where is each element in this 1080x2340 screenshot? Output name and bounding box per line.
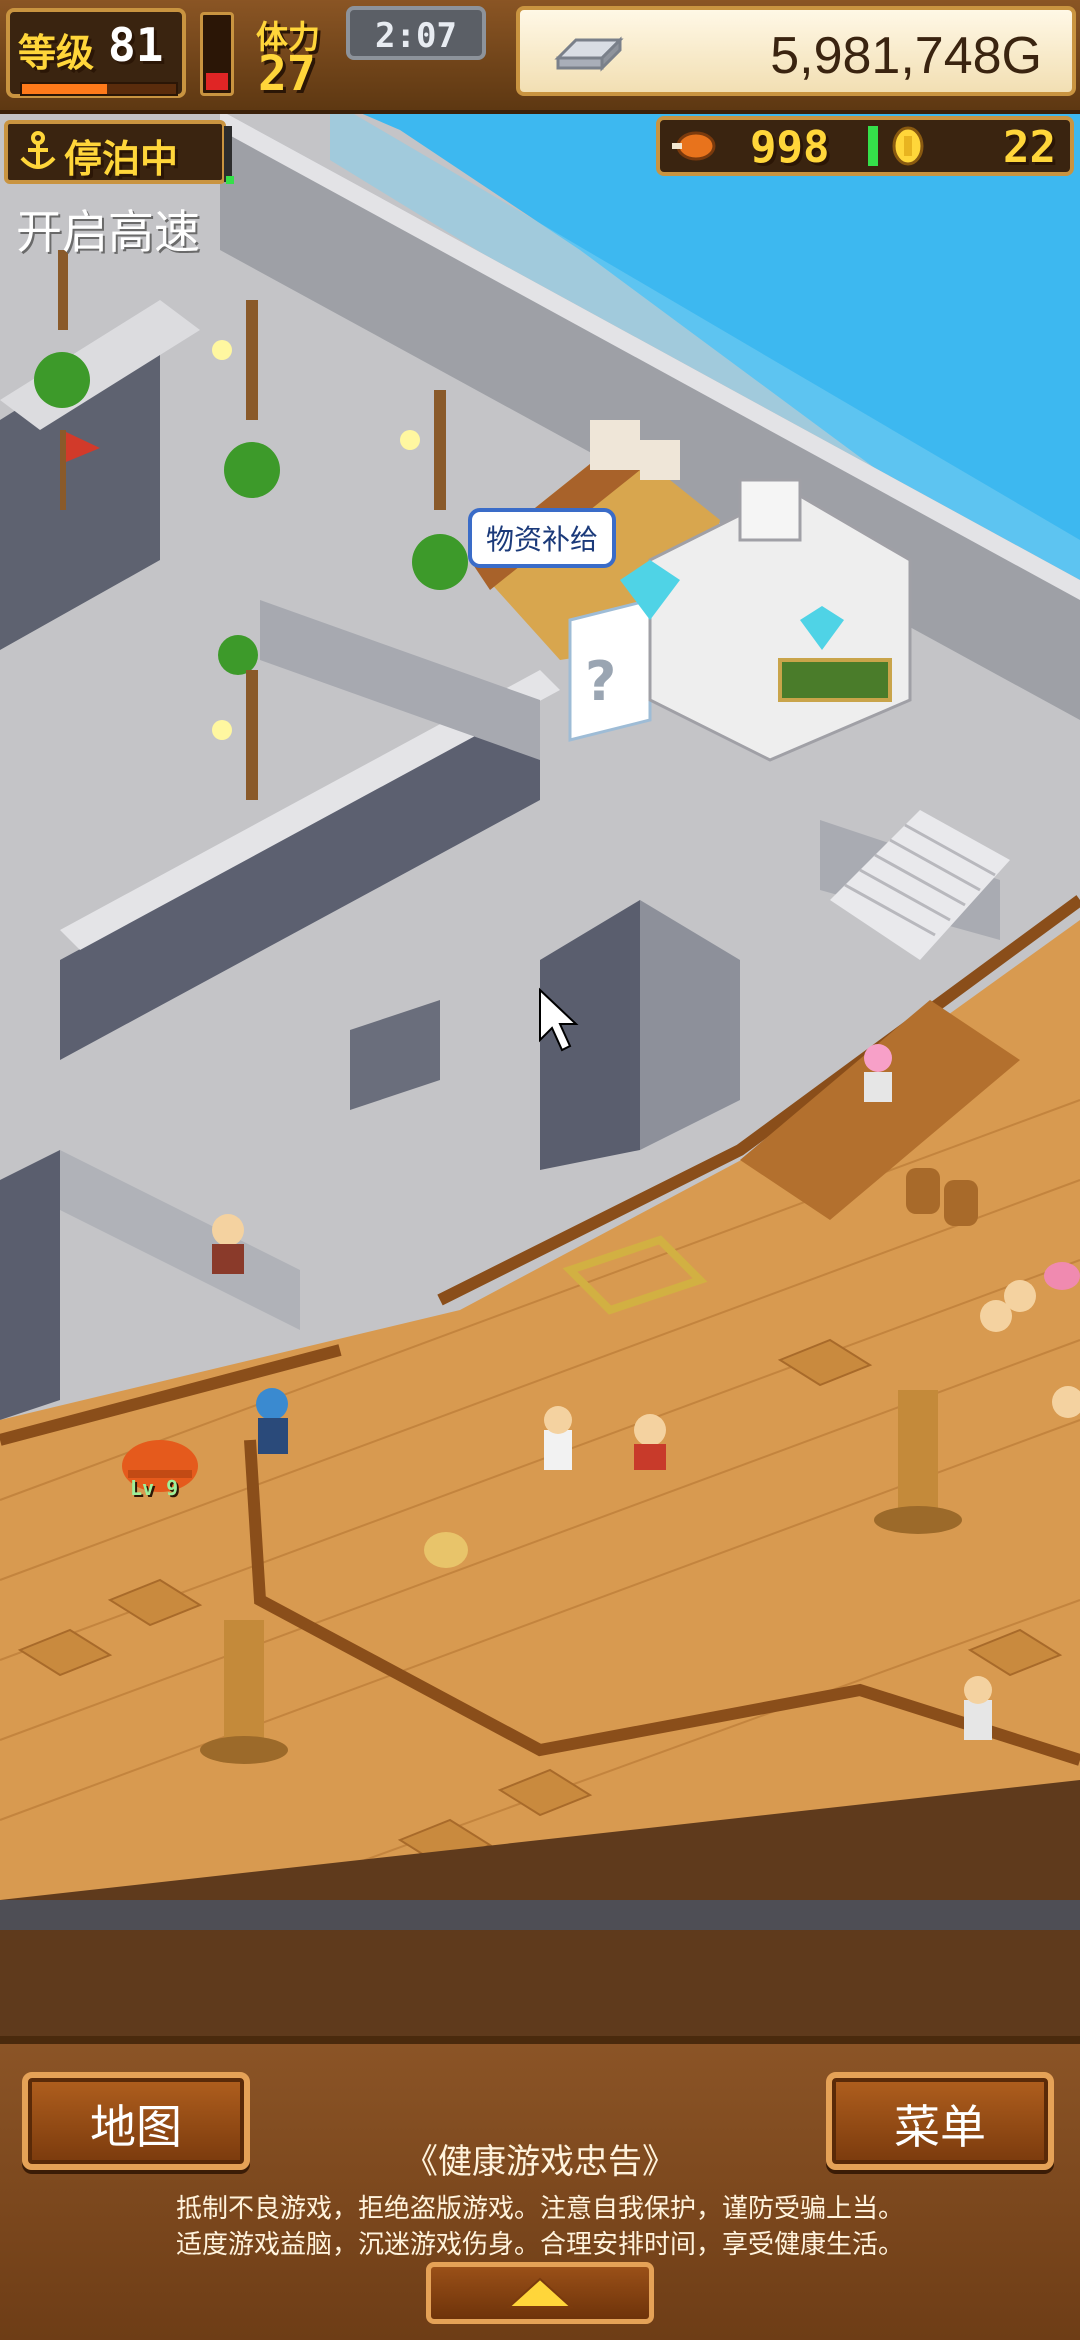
money-value: 5,981,748G (770, 27, 1042, 85)
anchor-icon (20, 131, 56, 169)
bottom-panel: 地图 菜单 《健康游戏忠告》 抵制不良游戏，拒绝盗版游戏。注意自我保护，谨防受骗… (0, 2036, 1080, 2340)
money-panel[interactable]: 5,981,748G (516, 6, 1076, 96)
crab (1044, 1262, 1080, 1290)
level-panel[interactable]: 等级 81 (6, 8, 186, 98)
expand-arrow-icon (507, 2277, 573, 2308)
level-label: 等级 (18, 31, 95, 75)
mast (224, 1620, 264, 1750)
character-pink (864, 1044, 892, 1102)
barrel (906, 1168, 940, 1214)
sack-icon (424, 1532, 468, 1568)
resource-divider (868, 126, 878, 166)
docked-status-label: 停泊中 (64, 139, 179, 181)
stamina-gauge-fill (206, 72, 228, 90)
expand-button[interactable] (426, 2262, 654, 2324)
health-advisory-line: 适度游戏益脑，沉迷游戏伤身。合理安排时间，享受健康生活。 (175, 2229, 904, 2259)
docked-status-tab (224, 126, 232, 182)
silver-bar-icon (554, 36, 624, 72)
pet-level-badge: Lv 9 (130, 1476, 179, 1500)
character-blue (256, 1388, 288, 1454)
stamina-value: 27 (258, 46, 316, 102)
level-progress-fill (22, 84, 107, 94)
docked-status-indicator (226, 176, 234, 184)
level-value: 81 (108, 18, 164, 72)
docked-status[interactable]: 停泊中 (4, 120, 226, 184)
character-chef (544, 1406, 572, 1470)
resource-panel[interactable]: 998 22 (656, 116, 1074, 176)
health-advisory-title: 《健康游戏忠告》 (404, 2143, 676, 2181)
coin-icon (892, 126, 924, 166)
time-panel: 2:07 (346, 6, 486, 60)
time-value: 2:07 (375, 16, 457, 56)
coin-value: 22 (1003, 122, 1056, 173)
svg-text:?: ? (585, 650, 616, 713)
level-progress-bar (20, 82, 178, 96)
bush (34, 352, 90, 408)
character-elder (212, 1214, 244, 1274)
stamina-panel[interactable]: 体力 27 (240, 8, 350, 102)
character-cook-right (964, 1676, 992, 1740)
supply-shop-label[interactable]: 物资补给 (468, 508, 617, 568)
high-speed-button[interactable]: 开启高速 (16, 196, 200, 262)
food-icon (672, 131, 716, 161)
food-value: 998 (750, 122, 830, 173)
health-advisory-line: 抵制不良游戏，拒绝盗版游戏。注意自我保护，谨防受骗上当。 (175, 2193, 904, 2223)
game-scene[interactable]: ? (0, 0, 1080, 2040)
stamina-gauge (200, 12, 234, 96)
